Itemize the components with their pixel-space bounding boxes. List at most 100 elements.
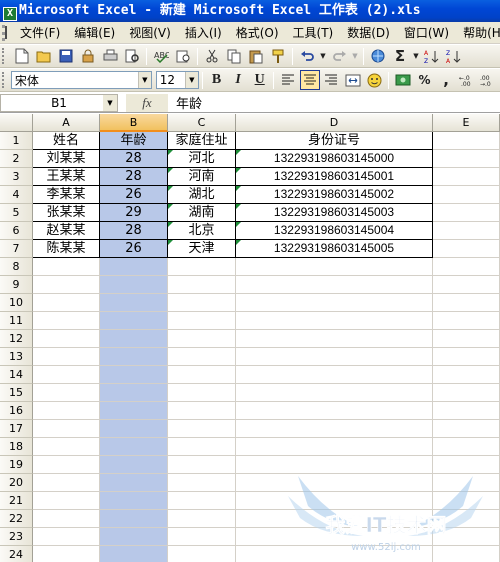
- toolbar-grip[interactable]: [2, 48, 8, 64]
- row-header[interactable]: 23: [0, 528, 33, 546]
- cell-d24[interactable]: [236, 546, 433, 562]
- cell-a8[interactable]: [33, 258, 100, 276]
- row-header[interactable]: 21: [0, 492, 33, 510]
- cell-e2[interactable]: [433, 150, 500, 168]
- print-preview-icon[interactable]: [122, 46, 142, 66]
- cell-d1[interactable]: 身份证号: [236, 132, 433, 150]
- cell-b3[interactable]: 28: [100, 168, 168, 186]
- cell-c10[interactable]: [168, 294, 236, 312]
- row-header[interactable]: 12: [0, 330, 33, 348]
- open-icon[interactable]: [34, 46, 54, 66]
- cell-c15[interactable]: [168, 384, 236, 402]
- cell-d6[interactable]: 132293198603145004: [236, 222, 433, 240]
- chevron-down-icon[interactable]: ▼: [103, 94, 117, 111]
- toolbar-grip[interactable]: [2, 72, 8, 88]
- cell-a2[interactable]: 刘某某: [33, 150, 100, 168]
- cell-b4[interactable]: 26: [100, 186, 168, 204]
- sort-descending-icon[interactable]: ZA: [444, 46, 464, 66]
- menu-insert[interactable]: 插入(I): [178, 24, 229, 41]
- comma-style-button[interactable]: ,: [436, 70, 456, 90]
- hyperlink-icon[interactable]: [368, 46, 388, 66]
- row-header[interactable]: 2: [0, 150, 33, 168]
- cell-e21[interactable]: [433, 492, 500, 510]
- cell-c21[interactable]: [168, 492, 236, 510]
- paste-icon[interactable]: [246, 46, 266, 66]
- cell-d7[interactable]: 132293198603145005: [236, 240, 433, 258]
- cell-e15[interactable]: [433, 384, 500, 402]
- menu-tools[interactable]: 工具(T): [286, 24, 341, 41]
- cell-b17[interactable]: [100, 420, 168, 438]
- cell-e18[interactable]: [433, 438, 500, 456]
- row-header[interactable]: 20: [0, 474, 33, 492]
- cell-c5[interactable]: 湖南: [168, 204, 236, 222]
- cell-a9[interactable]: [33, 276, 100, 294]
- italic-button[interactable]: I: [228, 70, 248, 90]
- row-header[interactable]: 24: [0, 546, 33, 562]
- cell-a11[interactable]: [33, 312, 100, 330]
- percent-button[interactable]: %: [415, 70, 435, 90]
- cell-c4[interactable]: 湖北: [168, 186, 236, 204]
- row-header[interactable]: 22: [0, 510, 33, 528]
- cell-b24[interactable]: [100, 546, 168, 562]
- cell-d14[interactable]: [236, 366, 433, 384]
- menu-help[interactable]: 帮助(H): [456, 24, 500, 41]
- cell-a15[interactable]: [33, 384, 100, 402]
- column-header-e[interactable]: E: [433, 114, 500, 132]
- row-header[interactable]: 13: [0, 348, 33, 366]
- cell-d22[interactable]: [236, 510, 433, 528]
- row-header[interactable]: 11: [0, 312, 33, 330]
- menu-edit[interactable]: 编辑(E): [67, 24, 122, 41]
- cell-e20[interactable]: [433, 474, 500, 492]
- cell-e3[interactable]: [433, 168, 500, 186]
- spelling-icon[interactable]: ABC: [151, 46, 171, 66]
- cell-e1[interactable]: [433, 132, 500, 150]
- cell-b12[interactable]: [100, 330, 168, 348]
- cell-a4[interactable]: 李某某: [33, 186, 100, 204]
- cell-c1[interactable]: 家庭住址: [168, 132, 236, 150]
- cell-a1[interactable]: 姓名: [33, 132, 100, 150]
- row-header[interactable]: 16: [0, 402, 33, 420]
- cell-e17[interactable]: [433, 420, 500, 438]
- underline-button[interactable]: U: [250, 70, 270, 90]
- cell-b10[interactable]: [100, 294, 168, 312]
- select-all-corner[interactable]: [0, 114, 33, 132]
- cell-b21[interactable]: [100, 492, 168, 510]
- cell-e6[interactable]: [433, 222, 500, 240]
- cell-c16[interactable]: [168, 402, 236, 420]
- cell-a17[interactable]: [33, 420, 100, 438]
- cell-c24[interactable]: [168, 546, 236, 562]
- align-left-icon[interactable]: [278, 70, 298, 90]
- cell-a16[interactable]: [33, 402, 100, 420]
- cell-a10[interactable]: [33, 294, 100, 312]
- cell-a21[interactable]: [33, 492, 100, 510]
- column-header-b[interactable]: B: [100, 114, 168, 132]
- cell-a12[interactable]: [33, 330, 100, 348]
- cell-c8[interactable]: [168, 258, 236, 276]
- cell-b5[interactable]: 29: [100, 204, 168, 222]
- redo-dropdown-icon[interactable]: ▼: [351, 46, 359, 66]
- cell-b1[interactable]: 年龄: [100, 132, 168, 150]
- cell-a13[interactable]: [33, 348, 100, 366]
- insert-function-button[interactable]: fx: [126, 93, 168, 112]
- cell-a14[interactable]: [33, 366, 100, 384]
- cell-e22[interactable]: [433, 510, 500, 528]
- cell-d9[interactable]: [236, 276, 433, 294]
- cell-b22[interactable]: [100, 510, 168, 528]
- row-header[interactable]: 8: [0, 258, 33, 276]
- row-header[interactable]: 3: [0, 168, 33, 186]
- cell-c6[interactable]: 北京: [168, 222, 236, 240]
- cell-c22[interactable]: [168, 510, 236, 528]
- cell-d15[interactable]: [236, 384, 433, 402]
- cell-b20[interactable]: [100, 474, 168, 492]
- cell-a18[interactable]: [33, 438, 100, 456]
- cell-b13[interactable]: [100, 348, 168, 366]
- row-header[interactable]: 14: [0, 366, 33, 384]
- cell-c12[interactable]: [168, 330, 236, 348]
- smiley-icon[interactable]: [365, 70, 385, 90]
- cell-d23[interactable]: [236, 528, 433, 546]
- column-header-a[interactable]: A: [33, 114, 100, 132]
- sort-ascending-icon[interactable]: AZ: [422, 46, 442, 66]
- worksheet-grid[interactable]: ABCDE 1 2 3 4 5 6 7 8 9 10 11 12 13 14 15 16 17 18 19 20 21 2…: [0, 114, 500, 562]
- decrease-decimal-icon[interactable]: .00 →.0: [479, 70, 499, 90]
- undo-icon[interactable]: [297, 46, 317, 66]
